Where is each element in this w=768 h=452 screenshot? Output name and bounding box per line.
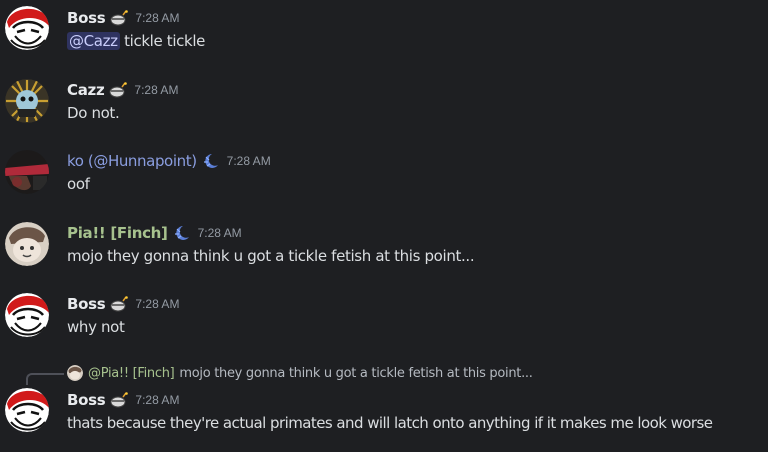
timestamp[interactable]: 7:28 AM <box>135 11 179 25</box>
username[interactable]: Boss <box>67 391 106 409</box>
crescent-badge-icon[interactable] <box>202 153 220 169</box>
user-mention[interactable]: @Cazz <box>67 32 120 50</box>
username[interactable]: Boss <box>67 9 106 27</box>
reply-spine <box>26 373 64 385</box>
ko-avatar[interactable] <box>5 150 49 194</box>
boss-avatar[interactable] <box>5 388 49 432</box>
bomb-badge-icon[interactable] <box>110 9 129 26</box>
crescent-badge-icon[interactable] <box>173 225 191 241</box>
message-header: Boss 7:28 AM <box>67 294 179 314</box>
message-header: Boss 7:28 AM <box>67 390 179 410</box>
message-content: Do not. <box>67 104 120 122</box>
username[interactable]: ko (@Hunnapoint) <box>67 152 197 170</box>
pia-avatar[interactable] <box>5 222 49 266</box>
message-header: Pia!! [Finch] 7:28 AM <box>67 223 242 243</box>
chat-message-list: Boss 7:28 AM @Cazz tickle tickle Cazz 7:… <box>0 0 768 452</box>
pia-reply-avatar[interactable] <box>67 365 83 381</box>
message-content: why not <box>67 318 125 336</box>
username[interactable]: Boss <box>67 295 106 313</box>
message-content: mojo they gonna think u got a tickle fet… <box>67 247 475 265</box>
bomb-badge-icon[interactable] <box>109 81 128 98</box>
message-header: Boss 7:28 AM <box>67 8 179 28</box>
message-header: Cazz 7:28 AM <box>67 80 178 100</box>
cazz-avatar[interactable] <box>5 79 49 123</box>
bomb-badge-icon[interactable] <box>110 295 129 312</box>
timestamp[interactable]: 7:28 AM <box>135 393 179 407</box>
message-content: @Cazz tickle tickle <box>67 32 205 50</box>
message-content: thats because they're actual primates an… <box>67 414 713 432</box>
bomb-badge-icon[interactable] <box>110 391 129 408</box>
timestamp[interactable]: 7:28 AM <box>135 297 179 311</box>
message-header: ko (@Hunnapoint) 7:28 AM <box>67 151 271 171</box>
message-text: tickle tickle <box>119 32 206 50</box>
reply-text[interactable]: mojo they gonna think u got a tickle fet… <box>179 366 532 381</box>
timestamp[interactable]: 7:28 AM <box>227 154 271 168</box>
username[interactable]: Pia!! [Finch] <box>67 224 168 242</box>
reply-preview[interactable]: @Pia!! [Finch] mojo they gonna think u g… <box>67 364 533 382</box>
username[interactable]: Cazz <box>67 81 105 99</box>
boss-avatar[interactable] <box>5 6 49 50</box>
timestamp[interactable]: 7:28 AM <box>198 226 242 240</box>
message-content: oof <box>67 175 90 193</box>
timestamp[interactable]: 7:28 AM <box>134 83 178 97</box>
reply-username[interactable]: @Pia!! [Finch] <box>88 366 175 381</box>
boss-avatar[interactable] <box>5 293 49 337</box>
